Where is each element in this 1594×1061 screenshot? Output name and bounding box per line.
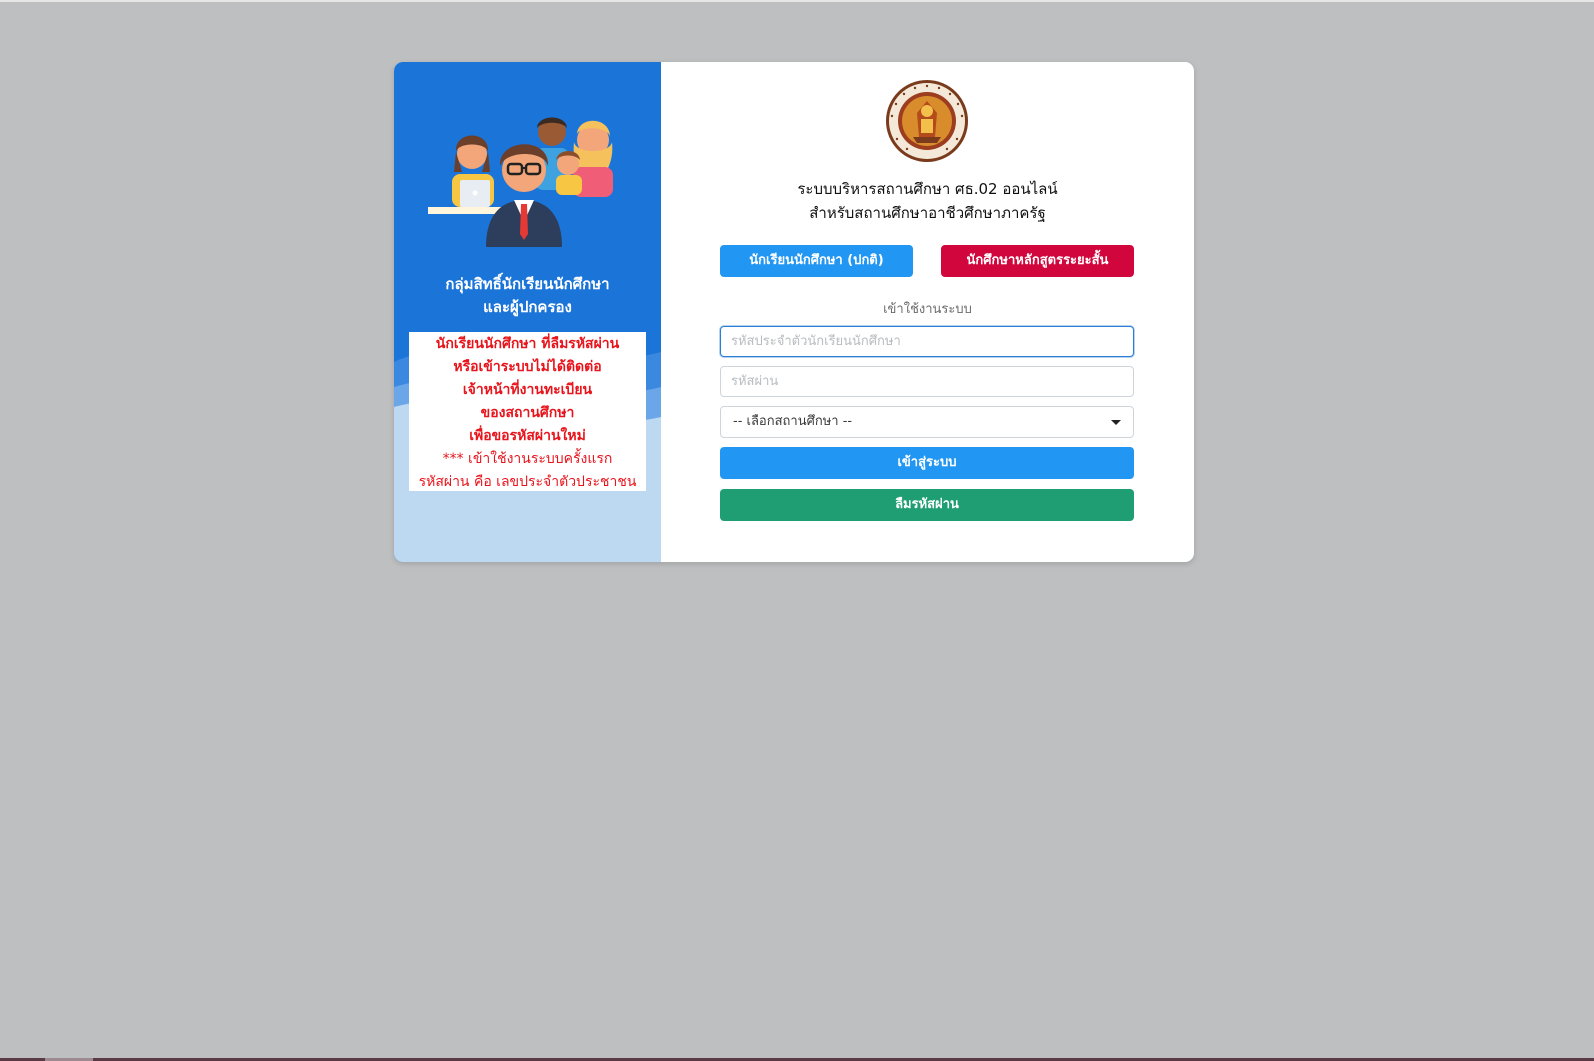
group-title-line1: กลุ่มสิทธิ์นักเรียนนักศึกษา: [445, 275, 610, 293]
notice-line: นักเรียนนักศึกษา ที่ลืมรหัสผ่าน: [435, 336, 620, 352]
tab-regular-students[interactable]: นักเรียนนักศึกษา (ปกติ): [720, 245, 913, 277]
student-group-panel: กลุ่มสิทธิ์นักเรียนนักศึกษา และผู้ปกครอง…: [394, 62, 661, 562]
login-panel: ระบบบริหารสถานศึกษา ศธ.02 ออนไลน์ สำหรับ…: [661, 62, 1194, 562]
tab-short-course-students[interactable]: นักศึกษาหลักสูตรระยะสั้น: [941, 245, 1134, 277]
top-border: [0, 0, 1594, 2]
notice-line: เพื่อขอรหัสผ่านใหม่: [469, 428, 586, 444]
notice-line: *** เข้าใช้งานระบบครั้งแรก: [442, 451, 613, 467]
system-title: ระบบบริหารสถานศึกษา ศธ.02 ออนไลน์ สำหรับ…: [661, 177, 1194, 225]
login-section-label: เข้าใช้งานระบบ: [883, 302, 972, 317]
notice-line: ของสถานศึกษา: [480, 405, 575, 421]
notice-line: เจ้าหน้าที่งานทะเบียน: [462, 382, 593, 398]
school-select[interactable]: -- เลือกสถานศึกษา --: [720, 406, 1134, 438]
system-title-line2: สำหรับสถานศึกษาอาชีวศึกษาภาครัฐ: [809, 204, 1046, 222]
people-group-icon: [428, 117, 613, 247]
login-card: กลุ่มสิทธิ์นักเรียนนักศึกษา และผู้ปกครอง…: [394, 62, 1194, 562]
password-notice: นักเรียนนักศึกษา ที่ลืมรหัสผ่าน หรือเข้า…: [409, 332, 646, 491]
login-button[interactable]: เข้าสู่ระบบ: [720, 447, 1134, 479]
vocational-education-seal-icon: [886, 80, 968, 162]
notice-line: รหัสผ่าน คือ เลขประจำตัวประชาชน: [418, 474, 637, 490]
school-select-value: -- เลือกสถานศึกษา --: [733, 414, 853, 429]
forgot-password-button[interactable]: ลืมรหัสผ่าน: [720, 489, 1134, 521]
group-title: กลุ่มสิทธิ์นักเรียนนักศึกษา และผู้ปกครอง: [394, 273, 661, 319]
chevron-down-icon: [1111, 420, 1121, 425]
system-title-line1: ระบบบริหารสถานศึกษา ศธ.02 ออนไลน์: [797, 180, 1058, 198]
password-input[interactable]: [720, 366, 1134, 397]
group-title-line2: และผู้ปกครอง: [483, 298, 572, 316]
notice-line: หรือเข้าระบบไม่ได้ติดต่อ: [453, 359, 602, 375]
student-id-input[interactable]: [720, 326, 1134, 357]
